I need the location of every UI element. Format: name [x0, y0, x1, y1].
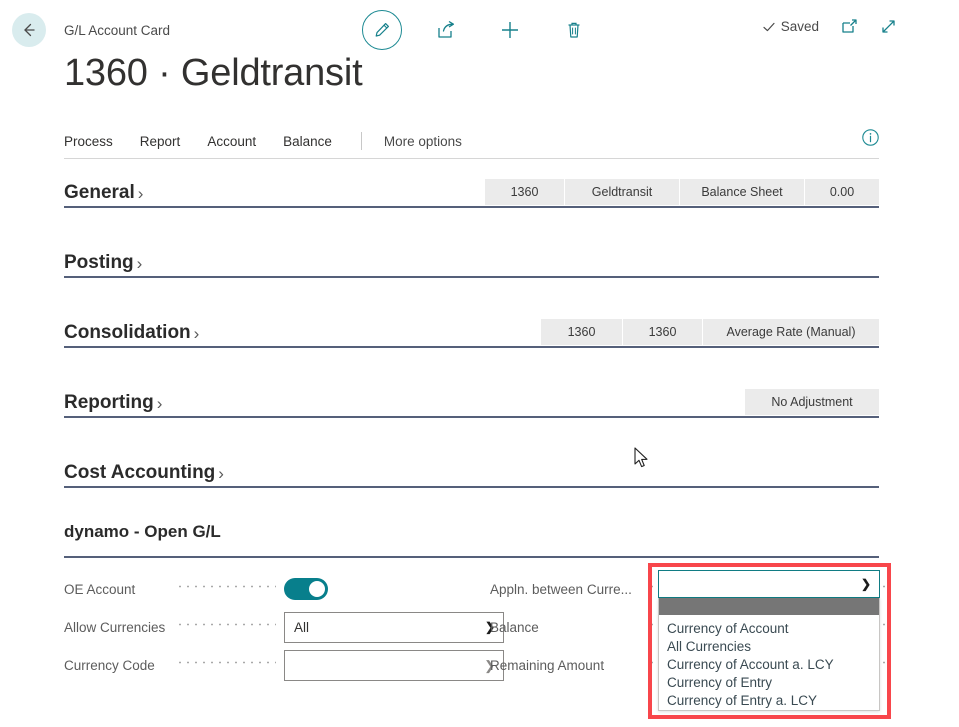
- form-column-left: OE Account Allow Currencies All ❯ Curren…: [64, 570, 454, 684]
- field-label-oe-account: OE Account: [64, 582, 176, 597]
- fasttab-summary: 1360GeldtransitBalance Sheet0.00: [485, 179, 879, 205]
- field-control-oe-account: [284, 578, 504, 600]
- field-currency-code: Currency Code ❯: [64, 646, 454, 684]
- open-new-window-icon: [841, 18, 858, 35]
- chevron-right-icon: ›: [218, 465, 224, 482]
- fasttab-title-text: Cost Accounting: [64, 462, 215, 484]
- fasttab-title-text: General: [64, 182, 135, 204]
- fasttab-summary-cell: 1360: [623, 319, 703, 345]
- ribbon-item-process[interactable]: Process: [64, 134, 113, 149]
- fasttab-reporting[interactable]: Reporting› No Adjustment: [64, 380, 879, 418]
- saved-status-label: Saved: [781, 19, 819, 34]
- fasttab-cost-accounting[interactable]: Cost Accounting›: [64, 450, 879, 488]
- fullscreen-button[interactable]: [880, 18, 897, 35]
- toggle-knob: [309, 581, 325, 597]
- status-and-window-controls: Saved: [762, 18, 897, 35]
- fasttab-title: Cost Accounting›: [64, 462, 224, 486]
- top-command-bar: G/L Account Card: [0, 0, 959, 60]
- fasttab-dynamo-open-gl-title: dynamo - Open G/L: [64, 522, 879, 542]
- dropdown-option[interactable]: Currency of Account: [659, 620, 879, 638]
- fasttab-title-text: Posting: [64, 252, 134, 274]
- share-button[interactable]: [426, 10, 466, 50]
- new-button[interactable]: [490, 10, 530, 50]
- command-icons: [362, 10, 594, 50]
- back-arrow-icon: [20, 21, 38, 39]
- field-label-remaining-amount: Remaining Amount: [490, 658, 640, 673]
- appln-between-currencies-dropdown: ❯ Currency of AccountAll CurrenciesCurre…: [658, 570, 880, 711]
- fasttab-summary-cell: 1360: [541, 319, 623, 345]
- page-kind-label: G/L Account Card: [64, 23, 170, 38]
- share-icon: [435, 19, 457, 41]
- dropdown-option[interactable]: Currency of Account a. LCY: [659, 656, 879, 674]
- dropdown-option[interactable]: Currency of Entry a. LCY: [659, 692, 879, 710]
- dropdown-option-blank-selected[interactable]: [659, 598, 879, 615]
- back-button[interactable]: [12, 13, 46, 47]
- fasttab-summary-cell: Geldtransit: [565, 179, 680, 205]
- chevron-right-icon: ›: [157, 395, 163, 412]
- ribbon-item-balance[interactable]: Balance: [283, 134, 332, 149]
- fasttab-summary-cell: Average Rate (Manual): [703, 319, 879, 345]
- edit-button[interactable]: [362, 10, 402, 50]
- fasttab-title: Consolidation›: [64, 322, 199, 346]
- field-label-balance: Balance: [490, 620, 640, 635]
- field-label-allow-currencies: Allow Currencies: [64, 620, 176, 635]
- currency-code-lookup[interactable]: ❯: [284, 650, 504, 681]
- chevron-right-icon: ›: [138, 185, 144, 202]
- fasttab-title-text: Consolidation: [64, 322, 191, 344]
- ribbon-divider: [361, 132, 362, 150]
- fasttab-summary: No Adjustment: [745, 389, 879, 415]
- more-options-button[interactable]: More options: [384, 134, 462, 149]
- chevron-down-icon: ❯: [861, 578, 871, 590]
- fasttab-dynamo-open-gl-header[interactable]: dynamo - Open G/L: [64, 522, 879, 558]
- chevron-right-icon: ›: [194, 325, 200, 342]
- dropdown-option-list[interactable]: Currency of AccountAll CurrenciesCurrenc…: [658, 598, 880, 711]
- fasttab-general[interactable]: General› 1360GeldtransitBalance Sheet0.00: [64, 170, 879, 208]
- plus-icon: [499, 19, 521, 41]
- field-control-allow-currencies: All ❯: [284, 612, 504, 643]
- fasttab-summary-cell: Balance Sheet: [680, 179, 805, 205]
- expand-arrows-icon: [880, 18, 897, 35]
- fasttab-summary-cell: No Adjustment: [745, 389, 879, 415]
- fasttab-title-text: Reporting: [64, 392, 154, 414]
- fasttab-title: Posting›: [64, 252, 142, 276]
- delete-button[interactable]: [554, 10, 594, 50]
- dropdown-option[interactable]: Currency of Entry: [659, 674, 879, 692]
- leader-dots: [176, 621, 276, 634]
- ribbon-item-report[interactable]: Report: [140, 134, 181, 149]
- open-in-new-window-button[interactable]: [841, 18, 858, 35]
- pencil-icon: [372, 20, 392, 40]
- chevron-right-icon: ›: [137, 255, 143, 272]
- action-ribbon: Process Report Account Balance More opti…: [64, 124, 879, 159]
- trash-icon: [564, 20, 584, 40]
- field-allow-currencies: Allow Currencies All ❯: [64, 608, 454, 646]
- fasttab-posting[interactable]: Posting›: [64, 240, 879, 278]
- allow-currencies-select[interactable]: All ❯: [284, 612, 504, 643]
- fasttab-summary-cell: 1360: [485, 179, 565, 205]
- field-label-currency-code: Currency Code: [64, 658, 176, 673]
- fasttab-summary-cell: 0.00: [805, 179, 879, 205]
- fasttab-summary: 13601360Average Rate (Manual): [541, 319, 879, 345]
- fasttab-title: Reporting›: [64, 392, 162, 416]
- allow-currencies-value: All: [294, 620, 485, 635]
- info-icon: [861, 128, 880, 147]
- appln-between-currencies-select[interactable]: ❯: [658, 570, 880, 598]
- field-label-appln-between-currencies: Appln. between Curre...: [490, 582, 640, 597]
- saved-status: Saved: [762, 19, 819, 34]
- leader-dots: [176, 583, 276, 596]
- field-oe-account: OE Account: [64, 570, 454, 608]
- dropdown-option[interactable]: All Currencies: [659, 638, 879, 656]
- page-title: 1360 · Geldtransit: [64, 52, 362, 95]
- ribbon-item-account[interactable]: Account: [207, 134, 256, 149]
- field-control-currency-code: ❯: [284, 650, 504, 681]
- fasttab-consolidation[interactable]: Consolidation›13601360Average Rate (Manu…: [64, 310, 879, 348]
- oe-account-toggle[interactable]: [284, 578, 328, 600]
- check-icon: [762, 20, 776, 34]
- fasttab-title: General›: [64, 182, 143, 206]
- info-button[interactable]: [861, 128, 880, 152]
- leader-dots: [176, 659, 276, 672]
